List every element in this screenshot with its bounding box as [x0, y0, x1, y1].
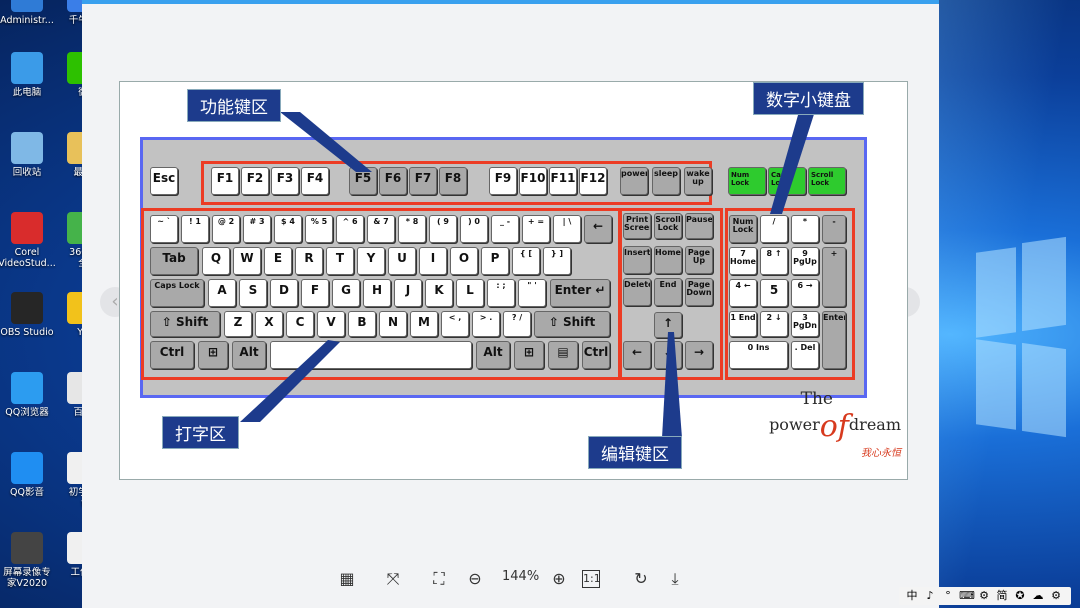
brand-the: The: [800, 389, 833, 409]
desktop-icon[interactable]: 回收站: [0, 132, 56, 178]
power-of-dream-logo: The powerofdream 我心永恒: [769, 389, 901, 459]
obs-icon: [11, 292, 43, 324]
typing-zone-label: 打字区: [162, 416, 239, 449]
window-top-accent: [82, 0, 939, 4]
desktop-icon-label: 屏幕录像专 家V2020: [3, 567, 51, 589]
tray-icon[interactable]: 中: [905, 587, 919, 605]
tray-icon[interactable]: ✪: [1013, 587, 1027, 605]
tray-icon[interactable]: ☁: [1031, 587, 1045, 605]
fit-screen-button[interactable]: ⤧: [382, 568, 404, 590]
qq-browser-icon: [11, 372, 43, 404]
desktop-icon-label: 回收站: [12, 167, 42, 178]
download-button[interactable]: ⤓: [664, 568, 686, 590]
system-tray: 中 ♪ ° ⌨ ⚙ 简 ✪ ☁ ⚙: [899, 587, 1071, 605]
typing-zone-pointer: [240, 340, 340, 422]
desktop-icon[interactable]: OBS Studio: [0, 292, 56, 338]
brand-power: power: [769, 415, 820, 434]
grid-view-button[interactable]: ▦: [336, 568, 358, 590]
desktop-icon[interactable]: QQ影音: [0, 452, 56, 498]
fullscreen-button[interactable]: ⛶: [428, 568, 450, 590]
tray-icon[interactable]: ♪: [923, 587, 937, 605]
tray-icon[interactable]: °: [941, 587, 955, 605]
image-viewer-window: ‹ › EscF1F2F3F4F5F6F7F8F9F10F11F12powers…: [82, 0, 939, 608]
tray-icon[interactable]: 简: [995, 587, 1009, 605]
desktop-icon[interactable]: 屏幕录像专 家V2020: [0, 532, 56, 589]
editing-zone-pointer: [662, 332, 682, 438]
recycle-bin-icon: [11, 132, 43, 164]
desktop-icon-label: QQ影音: [10, 487, 44, 498]
desktop-icon[interactable]: QQ浏览器: [0, 372, 56, 418]
brand-dream: dream: [848, 415, 901, 434]
windows-logo: [976, 236, 1066, 440]
zoom-in-button[interactable]: ⊕: [548, 568, 570, 590]
desktop-icon-label: QQ浏览器: [5, 407, 49, 418]
desktop-icon-label: OBS Studio: [0, 327, 54, 338]
function-zone-pointer: [280, 112, 372, 172]
admin-user-icon: [11, 0, 43, 12]
desktop-icon-label: Administr...: [0, 15, 54, 26]
numpad-zone-label: 数字小键盘: [753, 82, 864, 115]
keyboard-diagram-image: Esc F1 F2 F3 F4 F5 F6 F7 F8 F9 F10 F11 F12 power sleep…: [119, 81, 908, 480]
numpad-zone-pointer: [770, 108, 816, 214]
desktop-icon-label: 此电脑: [12, 87, 42, 98]
tray-icon[interactable]: ⌨: [959, 587, 975, 605]
screen-recorder-icon: [11, 532, 43, 564]
corel-videostudio-icon: [11, 212, 43, 244]
brand-of: of: [819, 409, 849, 444]
rotate-button[interactable]: ↻: [630, 568, 652, 590]
brand-signature: 我心永恒: [861, 448, 901, 459]
desktop-icon[interactable]: Corel VideoStud...: [0, 212, 56, 269]
actual-size-button[interactable]: 1:1: [582, 570, 601, 588]
qq-player-icon: [11, 452, 43, 484]
tray-icon[interactable]: ⚙: [1049, 587, 1063, 605]
function-zone-label: 功能键区: [187, 89, 281, 122]
tray-icon[interactable]: ⚙: [977, 587, 991, 605]
viewer-toolbar: ▦ ⤧ ⛶ ⊖ 144% ⊕ 1:1 ↻ ⤓: [332, 566, 692, 594]
desktop-icon-label: Corel VideoStud...: [0, 247, 56, 269]
desktop-icon[interactable]: Administr...: [0, 0, 56, 26]
zoom-out-button[interactable]: ⊖: [464, 568, 486, 590]
editing-zone-label: 编辑键区: [588, 436, 682, 469]
desktop-icon[interactable]: 此电脑: [0, 52, 56, 98]
computer-icon: [11, 52, 43, 84]
zoom-level: 144%: [502, 569, 540, 584]
